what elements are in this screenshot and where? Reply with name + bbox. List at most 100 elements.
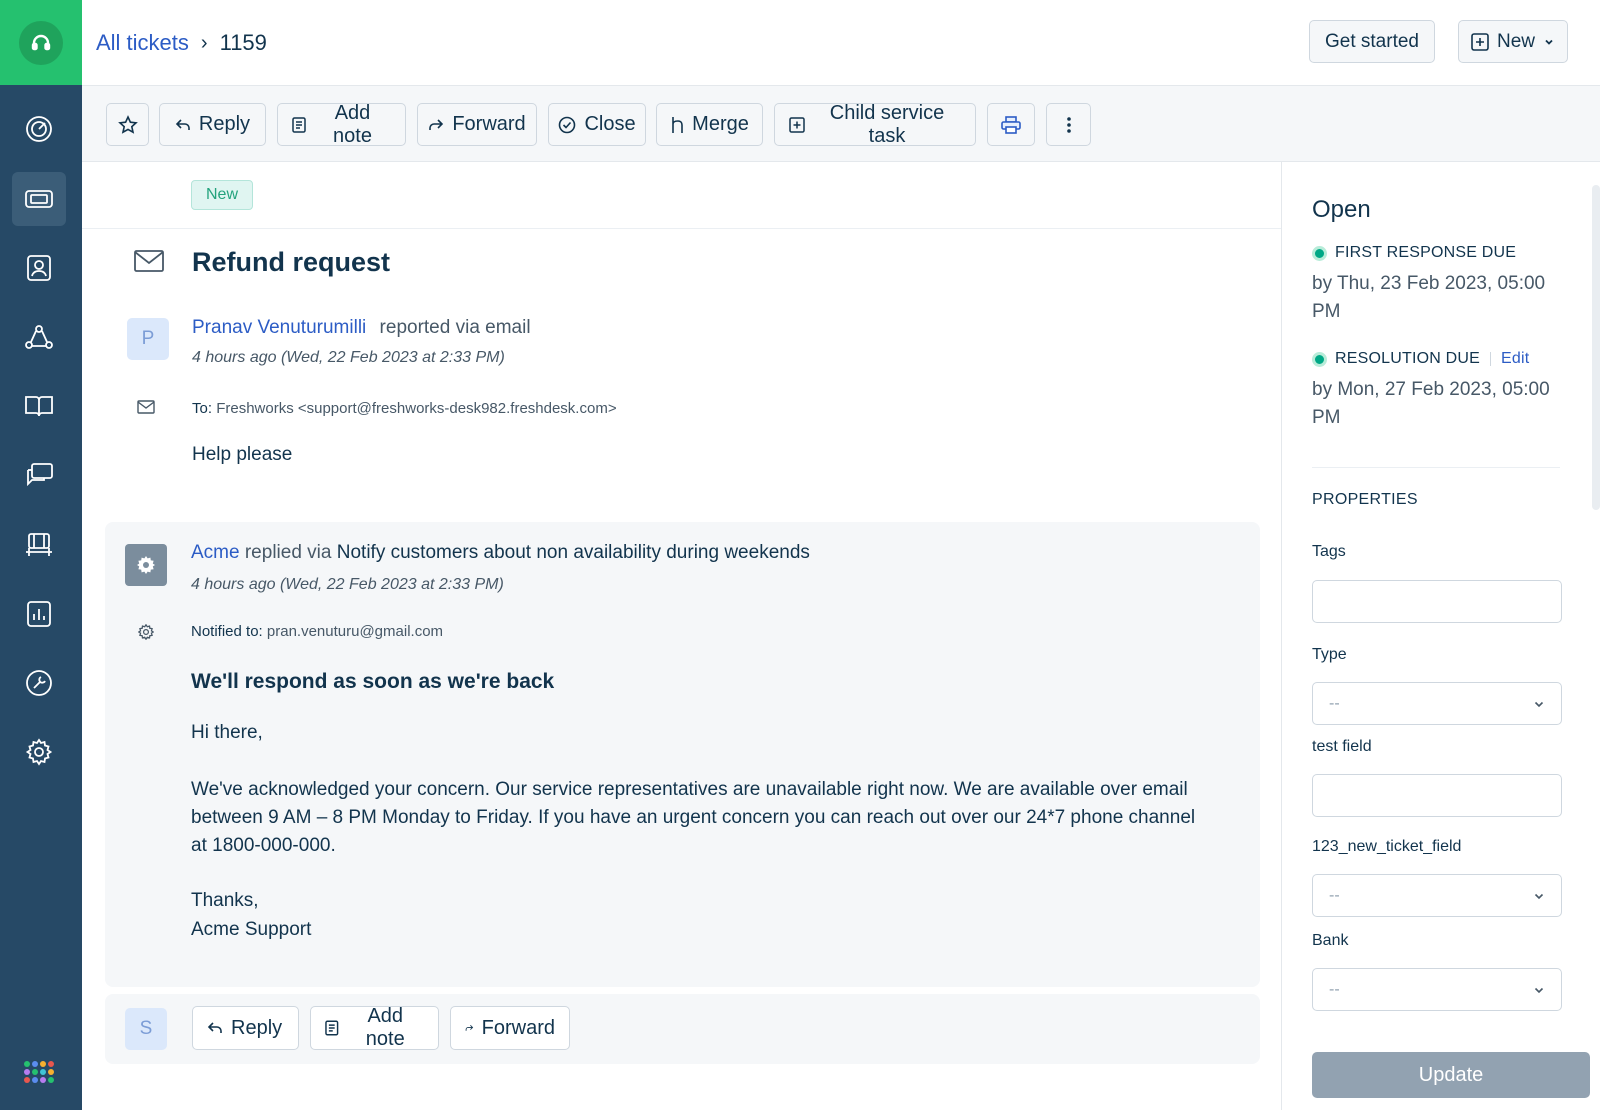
test-field-input[interactable] (1312, 774, 1562, 817)
reply-arrow-icon (175, 118, 190, 130)
mail-icon (137, 400, 155, 419)
add-note-button[interactable]: Add note (277, 102, 406, 147)
reply-greeting: Hi there, (191, 722, 263, 743)
requester-name-link[interactable]: Pranav Venuturumilli (192, 317, 366, 338)
reply-bar-reply-label: Reply (231, 1016, 283, 1039)
settings-gear-icon[interactable] (12, 725, 66, 779)
vertical-ellipsis-icon (1066, 116, 1071, 133)
sla-status-dot (1312, 351, 1327, 367)
resolution-date: by Mon, 27 Feb 2023, 05:00 PM (1312, 379, 1550, 428)
merge-button[interactable]: Merge (656, 103, 763, 146)
child-service-task-button[interactable]: Child service task (774, 101, 976, 147)
resolution-row: RESOLUTION DUE Edit (1312, 350, 1529, 368)
requester-message: Help please (192, 444, 293, 465)
new-ticket-field-select[interactable]: -- (1312, 874, 1562, 917)
groups-icon[interactable] (12, 310, 66, 364)
reply-bar-add-note-button[interactable]: Add note (310, 1005, 439, 1050)
forward-arrow-icon (465, 1024, 474, 1031)
new-button[interactable]: New (1458, 20, 1569, 63)
admin-wrench-icon[interactable] (12, 656, 66, 710)
child-task-label: Child service task (829, 101, 945, 147)
scrollbar[interactable] (1592, 185, 1600, 510)
dashboard-icon[interactable] (12, 102, 66, 156)
note-icon (292, 116, 306, 133)
ticket-properties-panel: Open FIRST RESPONSE DUE by Thu, 23 Feb 2… (1281, 162, 1600, 1110)
separator (1490, 352, 1492, 366)
status-badge: New (191, 180, 253, 210)
to-label: To: (192, 400, 213, 417)
breadcrumb: All tickets › 1159 (96, 30, 267, 56)
more-options-button[interactable] (1046, 103, 1091, 146)
assets-icon[interactable] (12, 518, 66, 572)
breadcrumb-ticket-id: 1159 (219, 30, 267, 55)
reply-rule: Notify customers about non availability … (336, 542, 810, 563)
type-select[interactable]: -- (1312, 682, 1562, 725)
resolution-edit-link[interactable]: Edit (1501, 350, 1529, 368)
resolution-label: RESOLUTION DUE (1335, 350, 1481, 367)
bank-label: Bank (1312, 932, 1349, 949)
tickets-icon[interactable] (12, 172, 66, 226)
print-button[interactable] (987, 103, 1035, 146)
to-value: Freshworks <support@freshworks-desk982.f… (216, 400, 617, 417)
first-response-label: FIRST RESPONSE DUE (1335, 244, 1517, 261)
settings-small-icon (137, 623, 155, 645)
notified-value: pran.venuturu@gmail.com (266, 623, 444, 640)
reply-signoff: Thanks, (191, 890, 259, 911)
reply-bar-forward-button[interactable]: Forward (450, 1006, 570, 1050)
left-nav (0, 0, 82, 1110)
note-icon (325, 1020, 339, 1036)
reply-label: Reply (198, 113, 251, 135)
star-icon (117, 114, 138, 134)
get-started-button[interactable]: Get started (1309, 20, 1435, 63)
forward-label: Forward (452, 113, 526, 135)
type-label: Type (1312, 646, 1347, 663)
requester-line: Pranav Venuturumilli reported via email (192, 317, 531, 339)
star-button[interactable] (106, 103, 149, 146)
properties-heading: PROPERTIES (1312, 491, 1418, 508)
reply-header: Acme replied via Notify customers about … (191, 542, 810, 564)
solutions-book-icon[interactable] (12, 379, 66, 433)
app-switcher-icon[interactable] (24, 1061, 54, 1083)
divider (82, 228, 1281, 229)
reply-author-link[interactable]: Acme (191, 542, 240, 563)
requester-via: reported via email (379, 317, 531, 338)
reply-arrow-icon (207, 1022, 222, 1033)
requester-avatar: P (127, 318, 169, 360)
breadcrumb-all-tickets[interactable]: All tickets (96, 30, 189, 56)
forward-arrow-icon (429, 118, 444, 130)
contacts-icon[interactable] (12, 241, 66, 295)
forums-icon[interactable] (12, 448, 66, 502)
reports-icon[interactable] (12, 587, 66, 641)
plus-square-icon (789, 116, 805, 133)
update-button[interactable]: Update (1312, 1052, 1590, 1098)
reply-button[interactable]: Reply (159, 103, 266, 146)
reply-signature: Acme Support (191, 919, 312, 940)
ticket-toolbar: Reply Add note Forward Close Merge Child… (82, 86, 1600, 162)
ticket-status: Open (1312, 196, 1371, 223)
forward-button[interactable]: Forward (417, 103, 537, 146)
notified-label: Notified to: (191, 623, 263, 640)
reply-bar: S Reply Add note Forward (105, 994, 1260, 1064)
close-label: Close (584, 113, 636, 135)
to-line: To: Freshworks <support@freshworks-desk9… (192, 400, 617, 417)
notified-line: Notified to: pran.venuturu@gmail.com (191, 623, 443, 640)
type-select-value: -- (1329, 694, 1340, 712)
tags-input[interactable] (1312, 580, 1562, 623)
bank-select-value: -- (1329, 980, 1340, 998)
requester-time: 4 hours ago (Wed, 22 Feb 2023 at 2:33 PM… (192, 349, 505, 366)
agent-avatar: S (125, 1008, 167, 1050)
reply-bar-add-note-label: Add note (365, 1005, 405, 1050)
reply-time: 4 hours ago (Wed, 22 Feb 2023 at 2:33 PM… (191, 576, 504, 593)
gear-icon (137, 556, 155, 574)
freshdesk-logo[interactable] (0, 0, 82, 85)
close-ticket-button[interactable]: Close (548, 103, 646, 146)
first-response-date: by Thu, 23 Feb 2023, 05:00 PM (1312, 273, 1546, 322)
chevron-down-icon (1534, 987, 1544, 993)
plus-square-icon (1471, 32, 1489, 51)
bank-select[interactable]: -- (1312, 968, 1562, 1011)
printer-icon (1001, 115, 1021, 134)
ticket-subject: Refund request (192, 247, 391, 277)
reply-bar-reply-button[interactable]: Reply (192, 1006, 299, 1050)
chevron-down-icon (1534, 701, 1544, 707)
new-ticket-field-value: -- (1329, 886, 1340, 904)
